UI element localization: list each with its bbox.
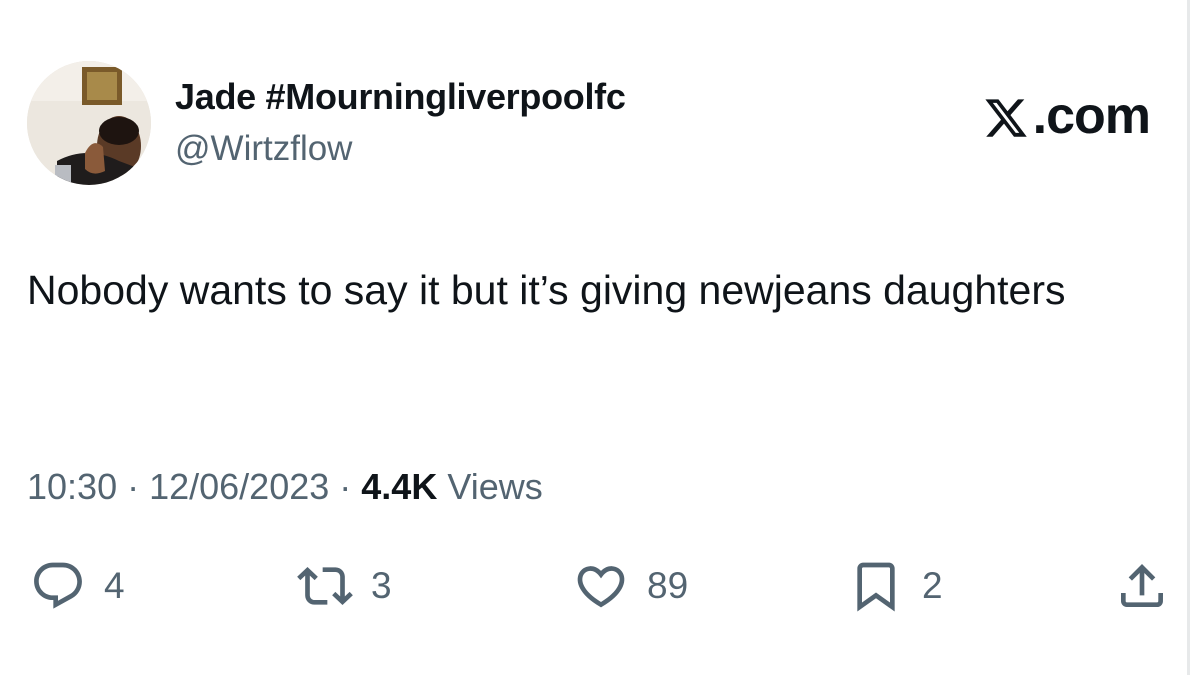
retweet-icon bbox=[297, 567, 353, 605]
brand-label: .com bbox=[1032, 87, 1151, 145]
meta-separator: · bbox=[329, 466, 362, 507]
reply-icon bbox=[34, 562, 82, 609]
action-bar: 4 3 89 2 bbox=[0, 558, 1200, 618]
retweet-count: 3 bbox=[371, 565, 392, 606]
author-handle[interactable]: @Wirtzflow bbox=[175, 129, 352, 169]
heart-icon bbox=[577, 566, 625, 608]
reply-button[interactable]: 4 bbox=[30, 558, 125, 614]
retweet-button[interactable]: 3 bbox=[297, 558, 392, 614]
reply-count: 4 bbox=[104, 565, 125, 606]
share-icon bbox=[1121, 564, 1163, 607]
bookmark-icon bbox=[857, 562, 895, 612]
views-count[interactable]: 4.4K bbox=[361, 466, 437, 507]
author-display-name[interactable]: Jade #Mourningliverpoolfc bbox=[175, 76, 626, 118]
avatar[interactable] bbox=[27, 61, 151, 185]
x-logo-icon bbox=[985, 99, 1027, 137]
views-label: Views bbox=[437, 466, 543, 507]
meta-separator: · bbox=[117, 466, 150, 507]
tweet-date[interactable]: 12/06/2023 bbox=[149, 466, 329, 507]
tweet-time[interactable]: 10:30 bbox=[27, 466, 117, 507]
bookmark-count: 2 bbox=[922, 565, 943, 606]
like-button[interactable]: 89 bbox=[573, 558, 688, 614]
tweet-text: Nobody wants to say it but it’s giving n… bbox=[27, 267, 1066, 313]
bookmark-button[interactable]: 2 bbox=[848, 558, 943, 614]
brand-watermark: .com bbox=[983, 86, 1151, 146]
tweet-meta: 10:30 · 12/06/2023 · 4.4K Views bbox=[27, 466, 543, 508]
avatar-photo bbox=[27, 61, 151, 185]
share-button[interactable] bbox=[1114, 558, 1170, 614]
like-count: 89 bbox=[647, 565, 689, 606]
